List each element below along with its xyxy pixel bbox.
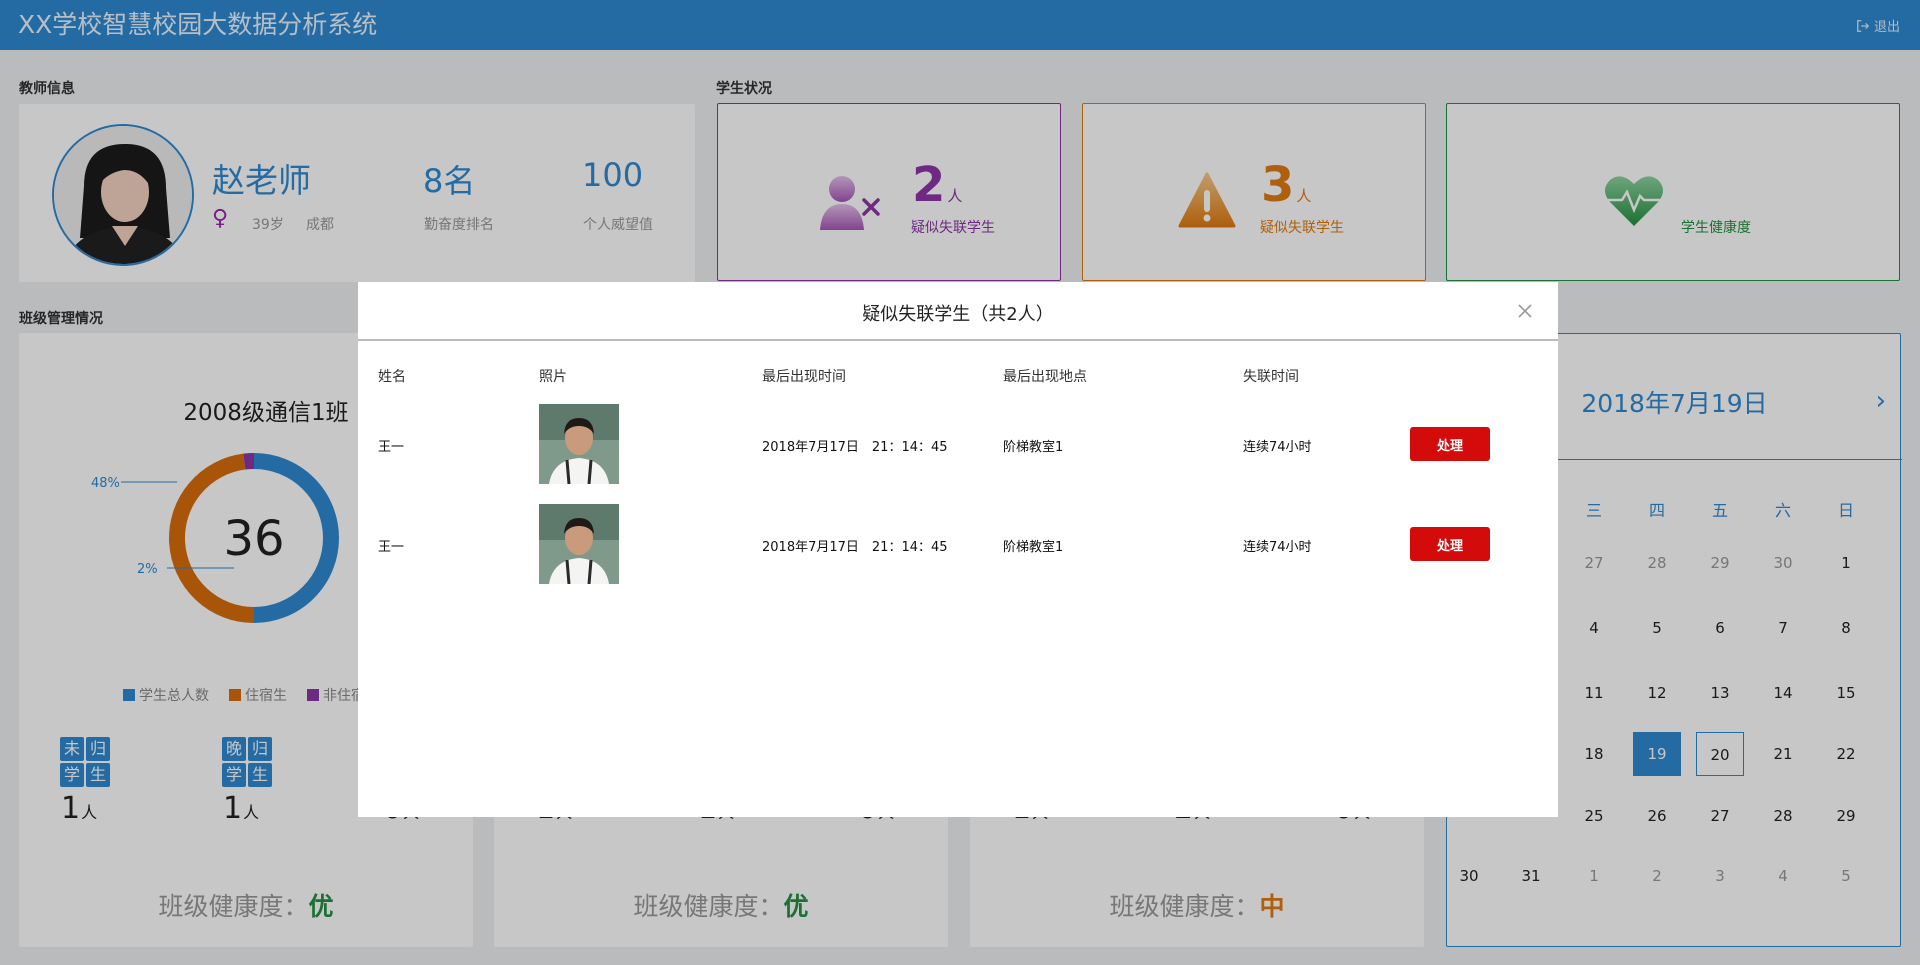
lost-duration: 连续74小时 [1243,540,1312,555]
last-seen-place: 阶梯教室1 [1003,540,1064,555]
modal-title: 疑似失联学生（共2人） [862,304,1054,325]
student-photo-image [539,404,619,484]
student-photo[interactable] [539,504,619,584]
student-name: 王一 [378,540,405,555]
handle-button[interactable]: 处理 [1410,427,1490,461]
column-header-last-place: 最后出现地点 [1003,369,1087,385]
column-header-last-time: 最后出现时间 [762,369,846,385]
column-header-name: 姓名 [378,369,406,385]
student-photo-image [539,504,619,584]
last-seen-time: 2018年7月17日 21：14：45 [762,440,948,455]
column-header-lost-duration: 失联时间 [1243,369,1299,385]
close-icon[interactable] [1514,300,1536,322]
student-photo[interactable] [539,404,619,484]
column-header-photo: 照片 [539,369,567,385]
handle-button[interactable]: 处理 [1410,527,1490,561]
lost-duration: 连续74小时 [1243,440,1312,455]
student-name: 王一 [378,440,405,455]
last-seen-time: 2018年7月17日 21：14：45 [762,540,948,555]
last-seen-place: 阶梯教室1 [1003,440,1064,455]
lost-contact-modal: 疑似失联学生（共2人） 姓名 照片 最后出现时间 最后出现地点 失联时间 王一 … [358,282,1558,817]
modal-divider [358,339,1558,341]
